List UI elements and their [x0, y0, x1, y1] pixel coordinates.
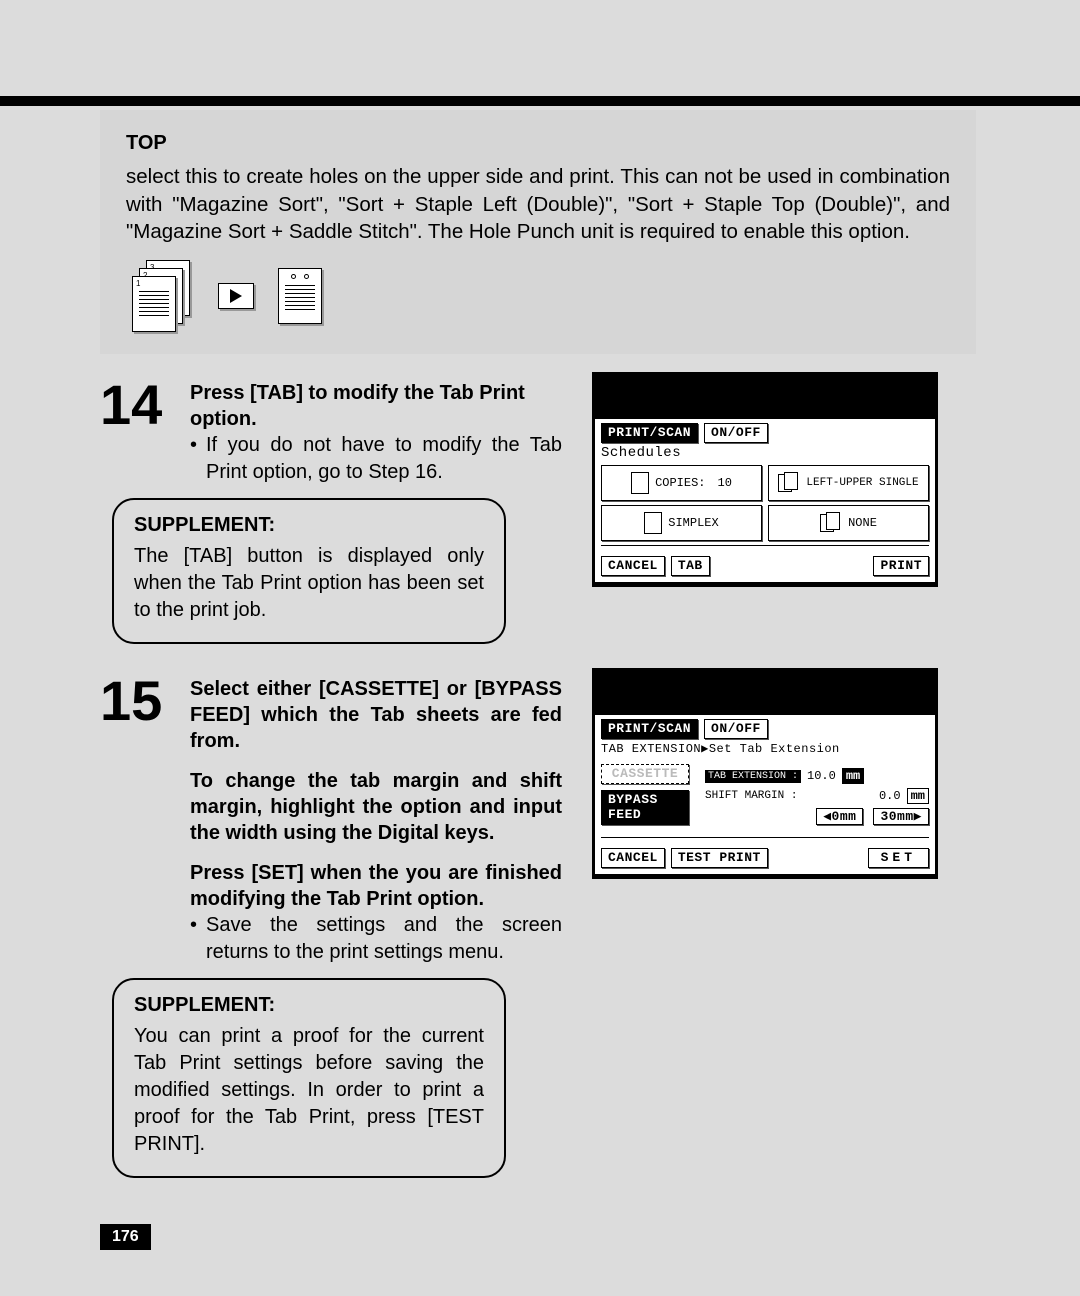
- lcd2-content: CASSETTE BYPASS FEED TAB EXTENSION : 10.…: [601, 764, 929, 829]
- tab-button[interactable]: TAB: [671, 556, 710, 576]
- copies-cell[interactable]: COPIES: 10: [601, 465, 762, 501]
- test-print-button[interactable]: TEST PRINT: [671, 848, 768, 868]
- bullet-marker: •: [190, 912, 206, 966]
- top-illustration: 3 2 1: [132, 260, 950, 332]
- arrow-right-icon: [218, 283, 254, 309]
- lcd-frame: PRINT/SCAN ON/OFF Schedules COPIES: 10 L…: [592, 372, 938, 587]
- hole-punch-page-icon: [278, 268, 322, 324]
- shift-margin-row: SHIFT MARGIN : 0.0 mm: [705, 788, 929, 804]
- top-section: TOP select this to create holes on the u…: [100, 110, 976, 354]
- tab-extension-value: 10.0: [807, 769, 836, 783]
- bypass-feed-button[interactable]: BYPASS FEED: [601, 790, 689, 825]
- step-14-row: 14 Press [TAB] to modify the Tab Print o…: [100, 372, 976, 644]
- shift-margin-label: SHIFT MARGIN :: [705, 790, 797, 802]
- step-15-body: Select either [CASSETTE] or [BYPASS FEED…: [190, 676, 562, 966]
- onoff-button[interactable]: ON/OFF: [704, 423, 768, 443]
- none-icon: [820, 512, 842, 534]
- set-button[interactable]: SET: [868, 848, 929, 868]
- step-14-left: 14 Press [TAB] to modify the Tab Print o…: [100, 372, 562, 644]
- lcd-body: PRINT/SCAN ON/OFF TAB EXTENSION▶Set Tab …: [595, 715, 935, 874]
- step-14-title: Press [TAB] to modify the Tab Print opti…: [190, 380, 562, 432]
- step-15-row: 15 Select either [CASSETTE] or [BYPASS F…: [100, 668, 976, 1178]
- cancel-button[interactable]: CANCEL: [601, 556, 665, 576]
- lcd-subtitle: Schedules: [601, 445, 929, 461]
- top-title: TOP: [126, 132, 950, 155]
- none-cell[interactable]: NONE: [768, 505, 929, 541]
- onoff-button[interactable]: ON/OFF: [704, 719, 768, 739]
- print-scan-button[interactable]: PRINT/SCAN: [601, 719, 698, 739]
- simplex-cell[interactable]: SIMPLEX: [601, 505, 762, 541]
- header-rule: [0, 96, 1080, 106]
- simplex-label: SIMPLEX: [668, 516, 718, 530]
- lcd-body: PRINT/SCAN ON/OFF Schedules COPIES: 10 L…: [595, 419, 935, 582]
- tab-extension-label: TAB EXTENSION :: [705, 770, 801, 783]
- staple-icon: [778, 472, 800, 494]
- lcd-frame: PRINT/SCAN ON/OFF TAB EXTENSION▶Set Tab …: [592, 668, 938, 879]
- print-scan-button[interactable]: PRINT/SCAN: [601, 423, 698, 443]
- top-text: select this to create holes on the upper…: [126, 163, 950, 246]
- simplex-icon: [644, 512, 662, 534]
- supplement-title: SUPPLEMENT:: [134, 514, 484, 537]
- step-14: 14 Press [TAB] to modify the Tab Print o…: [100, 380, 562, 486]
- supplement-text: The [TAB] button is displayed only when …: [134, 543, 484, 624]
- document-icon: [631, 472, 649, 494]
- supplement-title: SUPPLEMENT:: [134, 994, 484, 1017]
- print-button[interactable]: PRINT: [873, 556, 929, 576]
- none-label: NONE: [848, 516, 877, 530]
- step-15-title: Select either [CASSETTE] or [BYPASS FEED…: [190, 676, 562, 754]
- step-14-bullet: • If you do not have to modify the Tab P…: [190, 432, 562, 486]
- tab-extension-row: TAB EXTENSION : 10.0 mm: [705, 768, 929, 784]
- step-14-bullet-text: If you do not have to modify the Tab Pri…: [206, 432, 562, 486]
- shift-margin-value: 0.0: [879, 789, 901, 803]
- mm-unit: mm: [842, 768, 864, 784]
- step-14-supplement: SUPPLEMENT: The [TAB] button is displaye…: [112, 498, 506, 644]
- range-row: ◀ 0mm 30mm ▶: [705, 808, 929, 825]
- supplement-text: You can print a proof for the current Ta…: [134, 1023, 484, 1158]
- lcd-screenshot-1: PRINT/SCAN ON/OFF Schedules COPIES: 10 L…: [592, 372, 938, 587]
- pages-stack-icon: 3 2 1: [132, 260, 194, 332]
- lcd-breadcrumb: TAB EXTENSION▶Set Tab Extension: [601, 741, 929, 756]
- max-button[interactable]: 30mm ▶: [873, 808, 929, 825]
- cancel-button[interactable]: CANCEL: [601, 848, 665, 868]
- step-14-number: 14: [100, 380, 172, 486]
- lcd-tabs: PRINT/SCAN ON/OFF: [601, 719, 929, 739]
- feed-column: CASSETTE BYPASS FEED: [601, 764, 689, 829]
- min-button[interactable]: ◀ 0mm: [816, 808, 863, 825]
- staple-value: LEFT-UPPER SINGLE: [806, 478, 918, 489]
- lcd-actions: CANCEL TEST PRINT SET: [601, 848, 929, 868]
- lcd-black-bar: [595, 375, 935, 419]
- cassette-button[interactable]: CASSETTE: [601, 764, 689, 784]
- mm-unit: mm: [907, 788, 929, 804]
- step-15-left: 15 Select either [CASSETTE] or [BYPASS F…: [100, 668, 562, 1178]
- copies-value: 10: [718, 476, 732, 490]
- lcd-divider: [601, 545, 929, 546]
- margin-column: TAB EXTENSION : 10.0 mm SHIFT MARGIN : 0…: [705, 764, 929, 829]
- step-15-supplement: SUPPLEMENT: You can print a proof for th…: [112, 978, 506, 1178]
- lcd-screenshot-2: PRINT/SCAN ON/OFF TAB EXTENSION▶Set Tab …: [592, 668, 938, 879]
- bullet-marker: •: [190, 432, 206, 486]
- step-15-number: 15: [100, 676, 172, 966]
- step-15-bullet: • Save the settings and the screen retur…: [190, 912, 562, 966]
- lcd-row-2: SIMPLEX NONE: [601, 505, 929, 541]
- page-content: TOP select this to create holes on the u…: [100, 110, 976, 1202]
- page-number: 176: [100, 1224, 151, 1250]
- lcd-tabs: PRINT/SCAN ON/OFF: [601, 423, 929, 443]
- step-15: 15 Select either [CASSETTE] or [BYPASS F…: [100, 676, 562, 966]
- step-15-para2: Press [SET] when the you are finished mo…: [190, 860, 562, 912]
- copies-label: COPIES:: [655, 476, 705, 490]
- step-14-body: Press [TAB] to modify the Tab Print opti…: [190, 380, 562, 486]
- step-15-para1: To change the tab margin and shift margi…: [190, 768, 562, 846]
- lcd-row-1: COPIES: 10 LEFT-UPPER SINGLE: [601, 465, 929, 501]
- lcd-actions: CANCEL TAB PRINT: [601, 556, 929, 576]
- staple-cell[interactable]: LEFT-UPPER SINGLE: [768, 465, 929, 501]
- step-15-bullet-text: Save the settings and the screen returns…: [206, 912, 562, 966]
- lcd-divider: [601, 837, 929, 838]
- lcd-black-bar: [595, 671, 935, 715]
